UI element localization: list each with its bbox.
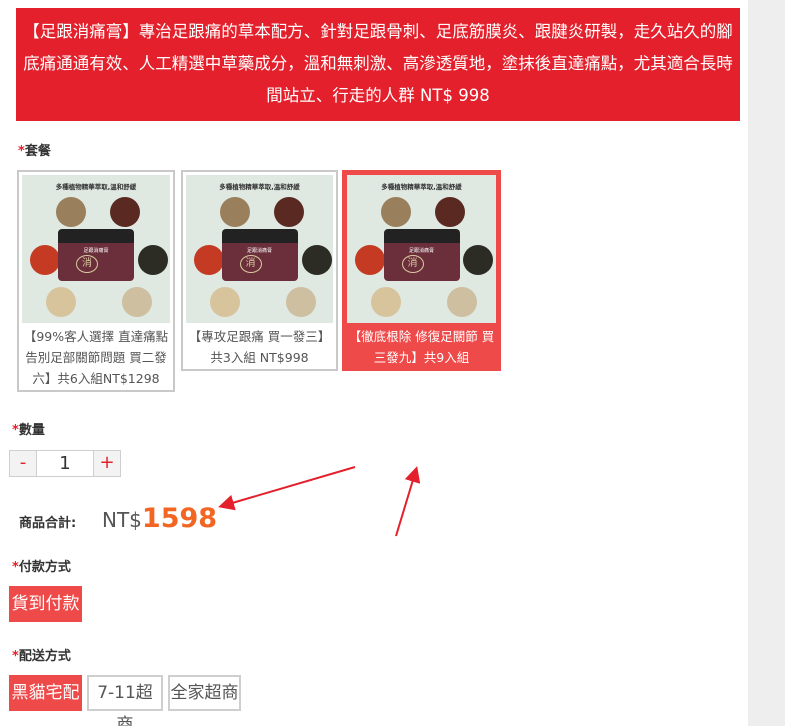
package-caption: 【專攻足跟痛 買一發三】共3入組 NT$998 [188, 329, 331, 365]
shipping-option-711[interactable]: 7-11超商 [87, 675, 163, 726]
quantity-increase-button[interactable]: + [94, 451, 120, 476]
jar-label: 足跟消痛膏 [408, 248, 434, 254]
subtotal-value: NT$1598 [102, 503, 217, 534]
herb-image-icon [371, 287, 401, 317]
herb-image-icon [355, 245, 385, 275]
image-header-text: 多種植物精華萃取,溫和舒緩 [381, 183, 462, 191]
package-product-image: 多種植物精華萃取,溫和舒緩 足跟消痛膏 消 [22, 175, 170, 323]
jar-seal: 消 [76, 255, 98, 273]
subtotal-amount: 1598 [141, 503, 218, 534]
shipping-option-blackcat[interactable]: 黑貓宅配 [9, 675, 82, 711]
shipping-label-text: 配送方式 [18, 649, 71, 664]
herb-image-icon [210, 287, 240, 317]
herb-image-icon [302, 245, 332, 275]
ointment-jar-icon: 足跟消痛膏 消 [58, 229, 134, 281]
package-caption: 【徹底根除 修復足關節 買三發九】共9入組 NT$1598 [348, 329, 495, 386]
package-caption: 【99%客人選擇 直達痛點 告別足部關節問題 買二發六】共6入組NT$1298 [23, 329, 169, 386]
payment-label: *付款方式 [12, 556, 71, 575]
annotation-arrow-to-price [218, 466, 356, 511]
package-product-image: 多種植物精華萃取,溫和舒緩 足跟消痛膏 消 [347, 175, 496, 323]
package-option-6pack[interactable]: 多種植物精華萃取,溫和舒緩 足跟消痛膏 消 【99%客人選擇 直達痛點 告別足部… [17, 170, 175, 392]
annotation-arrow-to-selected [395, 466, 421, 537]
image-header-text: 多種植物精華萃取,溫和舒緩 [55, 183, 137, 191]
package-option-9pack[interactable]: 多種植物精華萃取,溫和舒緩 足跟消痛膏 消 【徹底根除 修復足關節 買三發九】共… [342, 170, 501, 386]
quantity-label: *數量 [12, 419, 45, 438]
jar-label: 足跟消痛膏 [83, 248, 109, 254]
herb-image-icon [138, 245, 168, 275]
payment-option-cod[interactable]: 貨到付款 [9, 586, 82, 622]
herb-image-icon [122, 287, 152, 317]
required-mark: * [12, 649, 19, 664]
herb-image-icon [274, 197, 304, 227]
herb-image-icon [220, 197, 250, 227]
herb-image-icon [56, 197, 86, 227]
package-option-3pack[interactable]: 多種植物精華萃取,溫和舒緩 足跟消痛膏 消 【專攻足跟痛 買一發三】共3入組 N… [181, 170, 338, 371]
jar-label: 足跟消痛膏 [246, 248, 272, 254]
package-label-text: 套餐 [24, 144, 51, 159]
herb-image-icon [46, 287, 76, 317]
herb-image-icon [286, 287, 316, 317]
herb-image-icon [435, 197, 465, 227]
herb-image-icon [463, 245, 493, 275]
subtotal-currency: NT$ [102, 508, 142, 532]
required-mark: * [18, 144, 25, 159]
product-title-banner: 【足跟消痛膏】專治足跟痛的草本配方、針對足跟骨刺、足底筋膜炎、跟腱炎研製，走久站… [16, 8, 740, 121]
page-right-gutter [748, 0, 785, 726]
herb-image-icon [447, 287, 477, 317]
herb-image-icon [381, 197, 411, 227]
subtotal-label: 商品合計: [19, 516, 77, 531]
required-mark: * [12, 560, 19, 575]
ointment-jar-icon: 足跟消痛膏 消 [221, 229, 298, 281]
quantity-stepper: - 1 + [9, 450, 121, 477]
jar-seal: 消 [401, 255, 424, 273]
herb-image-icon [110, 197, 140, 227]
herb-image-icon [194, 245, 224, 275]
ointment-jar-icon: 足跟消痛膏 消 [383, 229, 460, 281]
quantity-decrease-button[interactable]: - [10, 451, 36, 476]
shipping-label: *配送方式 [12, 645, 71, 664]
package-label: *套餐 [18, 140, 51, 159]
quantity-input[interactable]: 1 [36, 451, 94, 476]
shipping-option-familymart[interactable]: 全家超商 [168, 675, 241, 711]
quantity-label-text: 數量 [18, 423, 45, 438]
jar-seal: 消 [239, 255, 262, 273]
payment-label-text: 付款方式 [18, 560, 71, 575]
package-product-image: 多種植物精華萃取,溫和舒緩 足跟消痛膏 消 [186, 175, 333, 323]
herb-image-icon [30, 245, 60, 275]
required-mark: * [12, 423, 19, 438]
image-header-text: 多種植物精華萃取,溫和舒緩 [219, 183, 300, 191]
